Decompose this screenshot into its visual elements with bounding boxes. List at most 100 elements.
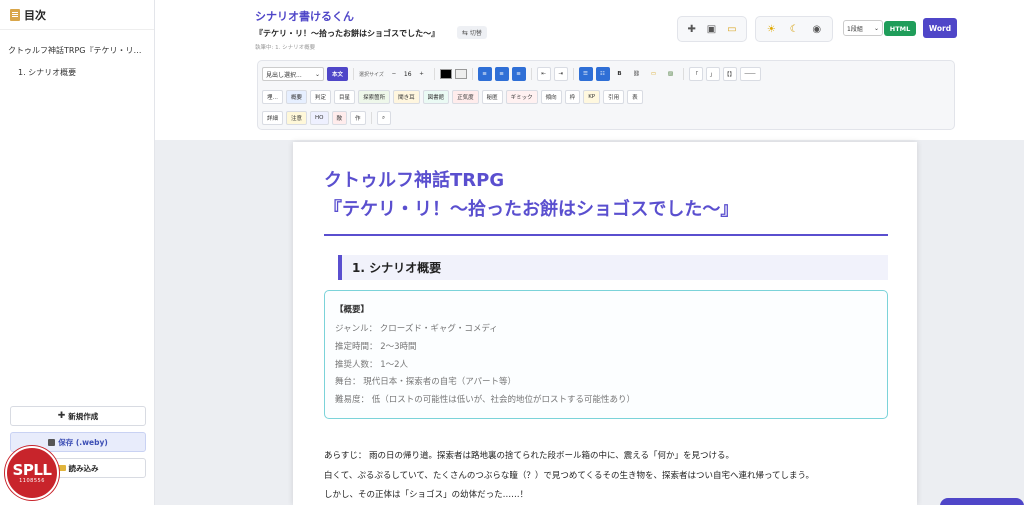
heading-rule [324,234,888,236]
kp-button[interactable]: KP [583,90,601,104]
heading-select-value: 見出し選択... [266,71,302,79]
editor-toolbar: 見出し選択... ⌄ 本文 選択サイズ − 16 + ≡ ≡ ≡ ⇤ ⇥ ☰ ☷… [257,60,955,130]
dash-button[interactable]: ―― [739,67,761,81]
divider [530,68,532,80]
html-export-button[interactable]: HTML [884,21,916,36]
heading-line-2: 『テケリ・リ！～拾ったお餅はショゴスでした～』 [324,199,739,220]
summary-line: 舞台： 現代日本・探索者の自宅（アパート等） [335,377,517,388]
column-select-value: 1段組 [847,25,863,33]
link-icon[interactable]: ⛓ [630,67,644,81]
section-heading: 1. シナリオ概要 [338,255,888,280]
story-line: あらすじ： 雨の日の帰り道。探索者は路地裏の捨てられた段ボール箱の中に、震える「… [324,451,735,461]
switch-button[interactable]: ⇆ 切替 [457,26,487,39]
quote-button[interactable]: 引用 [603,90,625,104]
font-size-value: 16 [403,70,412,78]
secret-button[interactable]: 秘匿 [481,90,503,104]
story-text: あらすじ： 雨の日の帰り道。探索者は路地裏の捨てられた段ボール箱の中に、震える「… [324,447,894,505]
floppy-icon [48,438,56,446]
toolbar-row-3: 詳細 注意 HO 敵 作 ⌕ [262,110,391,126]
editing-status: 執筆中: 1. シナリオ概要 [255,45,316,51]
enemy-button[interactable]: 敵 [331,111,348,125]
sanity-button[interactable]: 正気度 [452,90,479,104]
divider [471,68,473,80]
divider [353,68,355,80]
spot-hidden-button[interactable]: 目星 [334,90,356,104]
save-icon[interactable]: ▣ [703,24,720,35]
toolbar-row-2: 埋… 概要 判定 目星 探索箇所 聞き耳 図書館 正気度 秘匿 ギミック 傾向 … [262,89,643,105]
theme-group: ☀ ☾ ◉ [755,16,833,42]
listen-button[interactable]: 聞き耳 [393,90,420,104]
outdent-icon[interactable]: ⇤ [536,67,551,81]
frame-button[interactable]: 枠 [564,90,581,104]
logo-text: SPLL [12,461,52,479]
divider [682,68,684,80]
author-button[interactable]: 作 [350,111,366,125]
ho-button[interactable]: HO [310,111,329,125]
summary-line: 推奨人数： 1〜2人 [335,359,409,370]
switch-label: 切替 [469,30,482,37]
heading-line-1: クトゥルフ神話TRPG [324,170,505,191]
file-actions-group: ✚ ▣ ▭ [677,16,747,42]
align-left-icon[interactable]: ≡ [477,67,492,81]
app-title: シナリオ書けるくん [255,10,354,23]
toc-header: 目次 [0,0,154,30]
gimmick-button[interactable]: ギミック [505,90,538,104]
check-block-button[interactable]: 判定 [310,90,332,104]
text-color-swatch[interactable] [439,69,452,79]
font-size-increase-button[interactable]: + [415,67,429,81]
align-center-icon[interactable]: ≡ [494,67,509,81]
indent-icon[interactable]: ⇥ [553,67,568,81]
quote-open-button[interactable]: 「 [688,67,703,81]
summary-line: 推定時間： 2〜3時間 [335,341,417,352]
brackets-button[interactable]: 【】 [722,67,737,81]
detail-button[interactable]: 詳細 [262,111,284,125]
bg-color-swatch[interactable] [454,69,467,79]
word-export-button[interactable]: Word [923,18,957,38]
toolbar-row-1: 見出し選択... ⌄ 本文 選択サイズ − 16 + ≡ ≡ ≡ ⇤ ⇥ ☰ ☷… [262,66,761,82]
sun-icon[interactable]: ☀ [763,24,780,35]
open-folder-icon[interactable]: ▭ [723,24,740,35]
font-size-decrease-button[interactable]: − [387,67,401,81]
document-title: 『テケリ・リ！～拾ったお餅はショゴスでした～』 [255,29,440,38]
eye-icon[interactable]: ◉ [808,24,825,35]
story-line: しかし、その正体は「ショゴス」の幼体だった……！ [324,490,529,500]
new-document-label: 新規作成 [68,411,99,421]
chevron-down-icon: ⌄ [314,70,320,78]
body-text-button[interactable]: 本文 [327,67,349,81]
save-label: 保存 (.weby) [58,437,108,447]
image-icon[interactable]: ▨ [664,67,678,81]
list-icon[interactable]: ☰ [578,67,593,81]
floating-action-tab[interactable] [940,498,1024,505]
column-select[interactable]: 1段組 ⌄ [843,20,883,36]
align-right-icon[interactable]: ≡ [511,67,526,81]
tendency-button[interactable]: 傾向 [540,90,562,104]
clipboard-icon [10,8,20,21]
document-page[interactable]: クトゥルフ神話TRPG 『テケリ・リ！～拾ったお餅はショゴスでした～』 1. シ… [293,142,917,505]
load-label: 読み込み [68,463,99,473]
heading-select[interactable]: 見出し選択... ⌄ [262,67,324,81]
table-button[interactable]: 表 [627,90,643,104]
quote-close-button[interactable]: 」 [705,67,720,81]
library-button[interactable]: 図書館 [422,90,450,104]
placeholder-button[interactable]: 埋… [262,90,284,104]
search-icon[interactable]: ⌕ [376,111,391,125]
summary-line: ジャンル： クローズド・ギャグ・コメディ [335,324,498,334]
numbered-list-icon[interactable]: ☷ [595,67,610,81]
folder-icon[interactable]: ▭ [647,67,661,81]
toc-item-title[interactable]: クトゥルフ神話TRPG『テケリ・リ！～拾... [0,44,154,58]
toc-item-overview[interactable]: 1. シナリオ概要 [0,66,154,80]
overview-block-button[interactable]: 概要 [286,90,308,104]
divider [572,68,574,80]
search-location-button[interactable]: 探索箇所 [358,90,391,104]
document-heading: クトゥルフ神話TRPG 『テケリ・リ！～拾ったお餅はショゴスでした～』 [324,166,738,224]
caution-button[interactable]: 注意 [286,111,308,125]
moon-icon[interactable]: ☾ [786,24,803,35]
add-icon[interactable]: ✚ [683,24,699,35]
spll-logo: SPLL 1108556 [5,446,59,500]
toc-list: クトゥルフ神話TRPG『テケリ・リ！～拾... 1. シナリオ概要 [0,30,154,80]
chevron-down-icon: ⌄ [873,24,879,32]
sidebar: 目次 クトゥルフ神話TRPG『テケリ・リ！～拾... 1. シナリオ概要 ✚ 新… [0,0,155,505]
size-label: 選択サイズ [359,71,384,78]
bold-button[interactable]: B [613,67,627,81]
new-document-button[interactable]: ✚ 新規作成 [10,406,146,426]
